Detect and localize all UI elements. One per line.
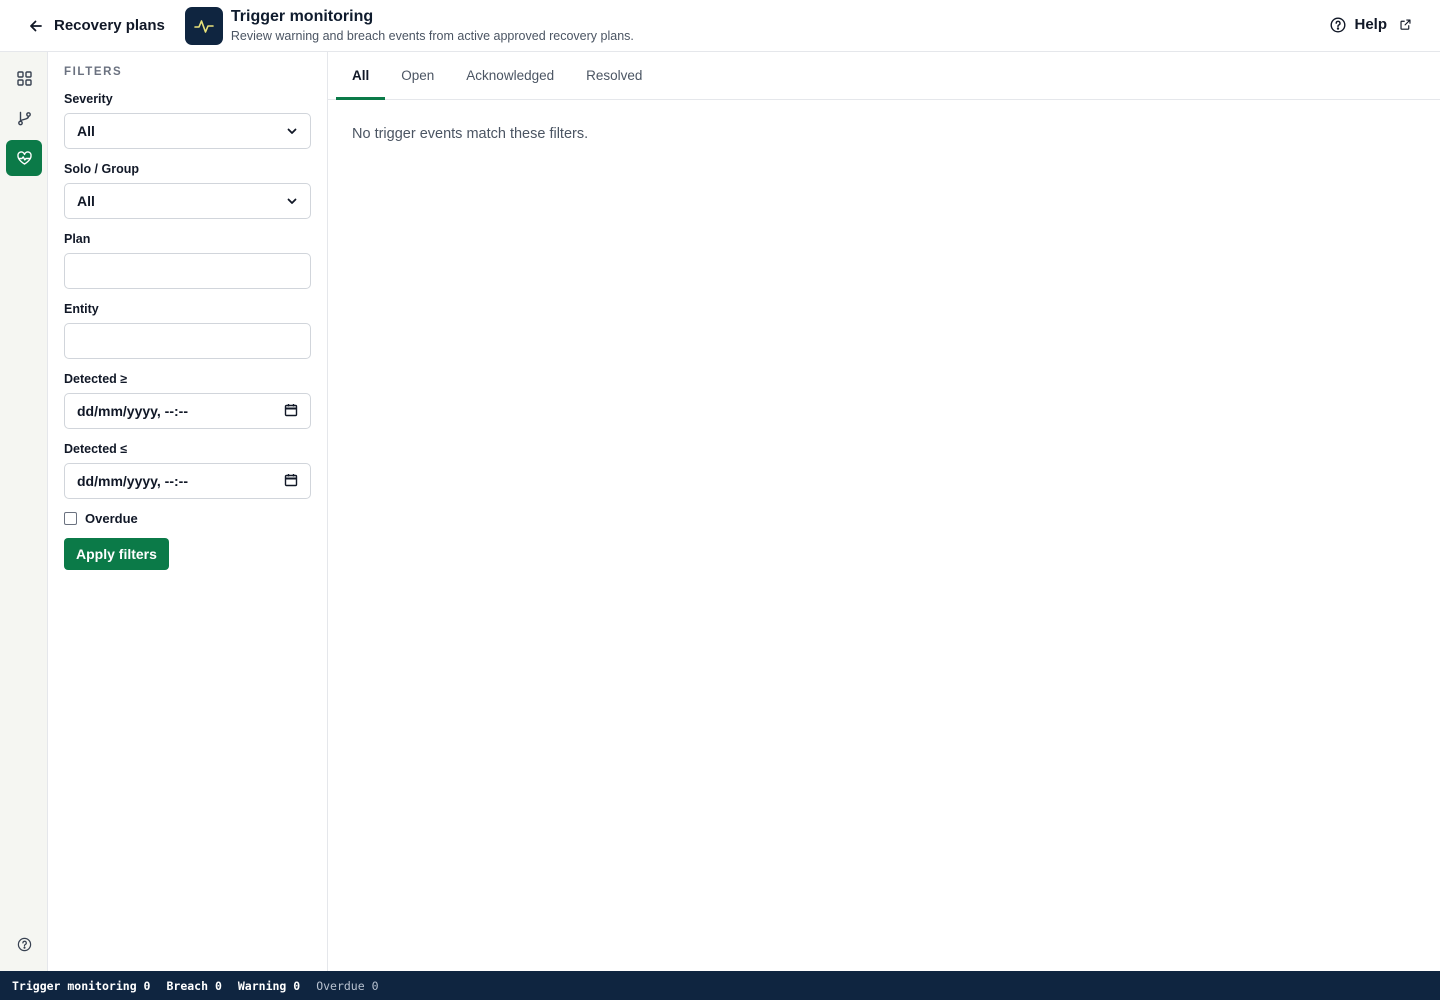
grid-icon — [16, 70, 32, 86]
rail-item-plans[interactable] — [6, 100, 42, 136]
severity-label: Severity — [64, 92, 113, 106]
entity-field: Entity — [64, 302, 311, 359]
page-title: Trigger monitoring — [230, 8, 374, 25]
help-circle-icon — [1330, 16, 1346, 33]
solo-group-field: Solo / Group All — [64, 162, 311, 219]
chevron-down-icon — [287, 128, 297, 134]
status-warning: Warning 0 — [237, 978, 301, 993]
calendar-icon[interactable] — [284, 473, 298, 490]
tab-resolved[interactable]: Resolved — [570, 52, 658, 99]
plan-label: Plan — [64, 232, 91, 246]
back-link-label: Recovery plans — [54, 17, 165, 34]
severity-select[interactable]: All — [64, 113, 311, 149]
title-block: Trigger monitoring Review warning and br… — [231, 7, 634, 44]
heart-pulse-icon — [16, 150, 32, 165]
icon-rail — [0, 52, 48, 971]
detected-from-label: Detected ≥ — [64, 372, 128, 386]
detected-to-field: Detected ≤ dd/mm/yyyy, --:-- — [64, 442, 311, 499]
status-bar: Trigger monitoring 0 Breach 0 Warning 0 … — [0, 971, 1440, 1000]
status-breach: Breach 0 — [166, 978, 222, 993]
apply-filters-button[interactable]: Apply filters — [64, 538, 169, 570]
overdue-label: Overdue — [85, 511, 138, 526]
tab-acknowledged[interactable]: Acknowledged — [450, 52, 570, 99]
status-trigger-monitoring: Trigger monitoring 0 — [12, 978, 151, 993]
external-link-icon — [1400, 19, 1411, 30]
severity-field: Severity All — [64, 92, 311, 149]
back-to-recovery-plans-link[interactable]: Recovery plans — [28, 17, 165, 34]
chevron-down-icon — [287, 198, 297, 204]
arrow-left-icon — [30, 20, 42, 31]
rail-item-trigger-monitoring[interactable] — [6, 140, 42, 176]
plan-field: Plan — [64, 232, 311, 289]
tab-open[interactable]: Open — [385, 52, 450, 99]
detected-from-datetime-input[interactable]: dd/mm/yyyy, --:-- — [64, 393, 311, 429]
filters-panel: FILTERS Severity All Solo / Group All Pl… — [48, 52, 328, 971]
rail-help-button[interactable] — [6, 926, 42, 962]
rail-item-dashboard[interactable] — [6, 60, 42, 96]
help-circle-icon — [17, 937, 31, 951]
solo-group-value: All — [77, 193, 95, 209]
status-overdue: Overdue 0 — [316, 978, 379, 993]
solo-group-label: Solo / Group — [64, 162, 139, 176]
solo-group-select[interactable]: All — [64, 183, 311, 219]
calendar-icon[interactable] — [284, 403, 298, 420]
help-label: Help — [1354, 16, 1387, 33]
entity-input[interactable] — [64, 323, 311, 359]
main-content: All Open Acknowledged Resolved No trigge… — [328, 52, 1440, 971]
empty-state-message: No trigger events match these filters. — [352, 126, 589, 142]
entity-label: Entity — [64, 302, 99, 316]
detected-to-datetime-input[interactable]: dd/mm/yyyy, --:-- — [64, 463, 311, 499]
app-logo — [184, 6, 223, 45]
branch-icon — [17, 111, 31, 125]
filters-heading: FILTERS — [64, 66, 123, 78]
detected-to-value: dd/mm/yyyy, --:-- — [77, 473, 188, 489]
detected-to-label: Detected ≤ — [64, 442, 128, 456]
plan-input[interactable] — [64, 253, 311, 289]
page-subtitle: Review warning and breach events from ac… — [230, 29, 634, 43]
overdue-checkbox[interactable] — [64, 512, 77, 525]
detected-from-value: dd/mm/yyyy, --:-- — [77, 403, 188, 419]
tab-all[interactable]: All — [336, 52, 386, 100]
help-link[interactable]: Help — [1330, 16, 1412, 33]
overdue-row: Overdue — [64, 511, 311, 526]
status-tabs: All Open Acknowledged Resolved — [328, 52, 1440, 100]
top-header: Recovery plans Trigger monitoring Review… — [0, 0, 1440, 52]
pulse-icon — [194, 19, 214, 33]
detected-from-field: Detected ≥ dd/mm/yyyy, --:-- — [64, 372, 311, 429]
severity-value: All — [77, 123, 95, 139]
